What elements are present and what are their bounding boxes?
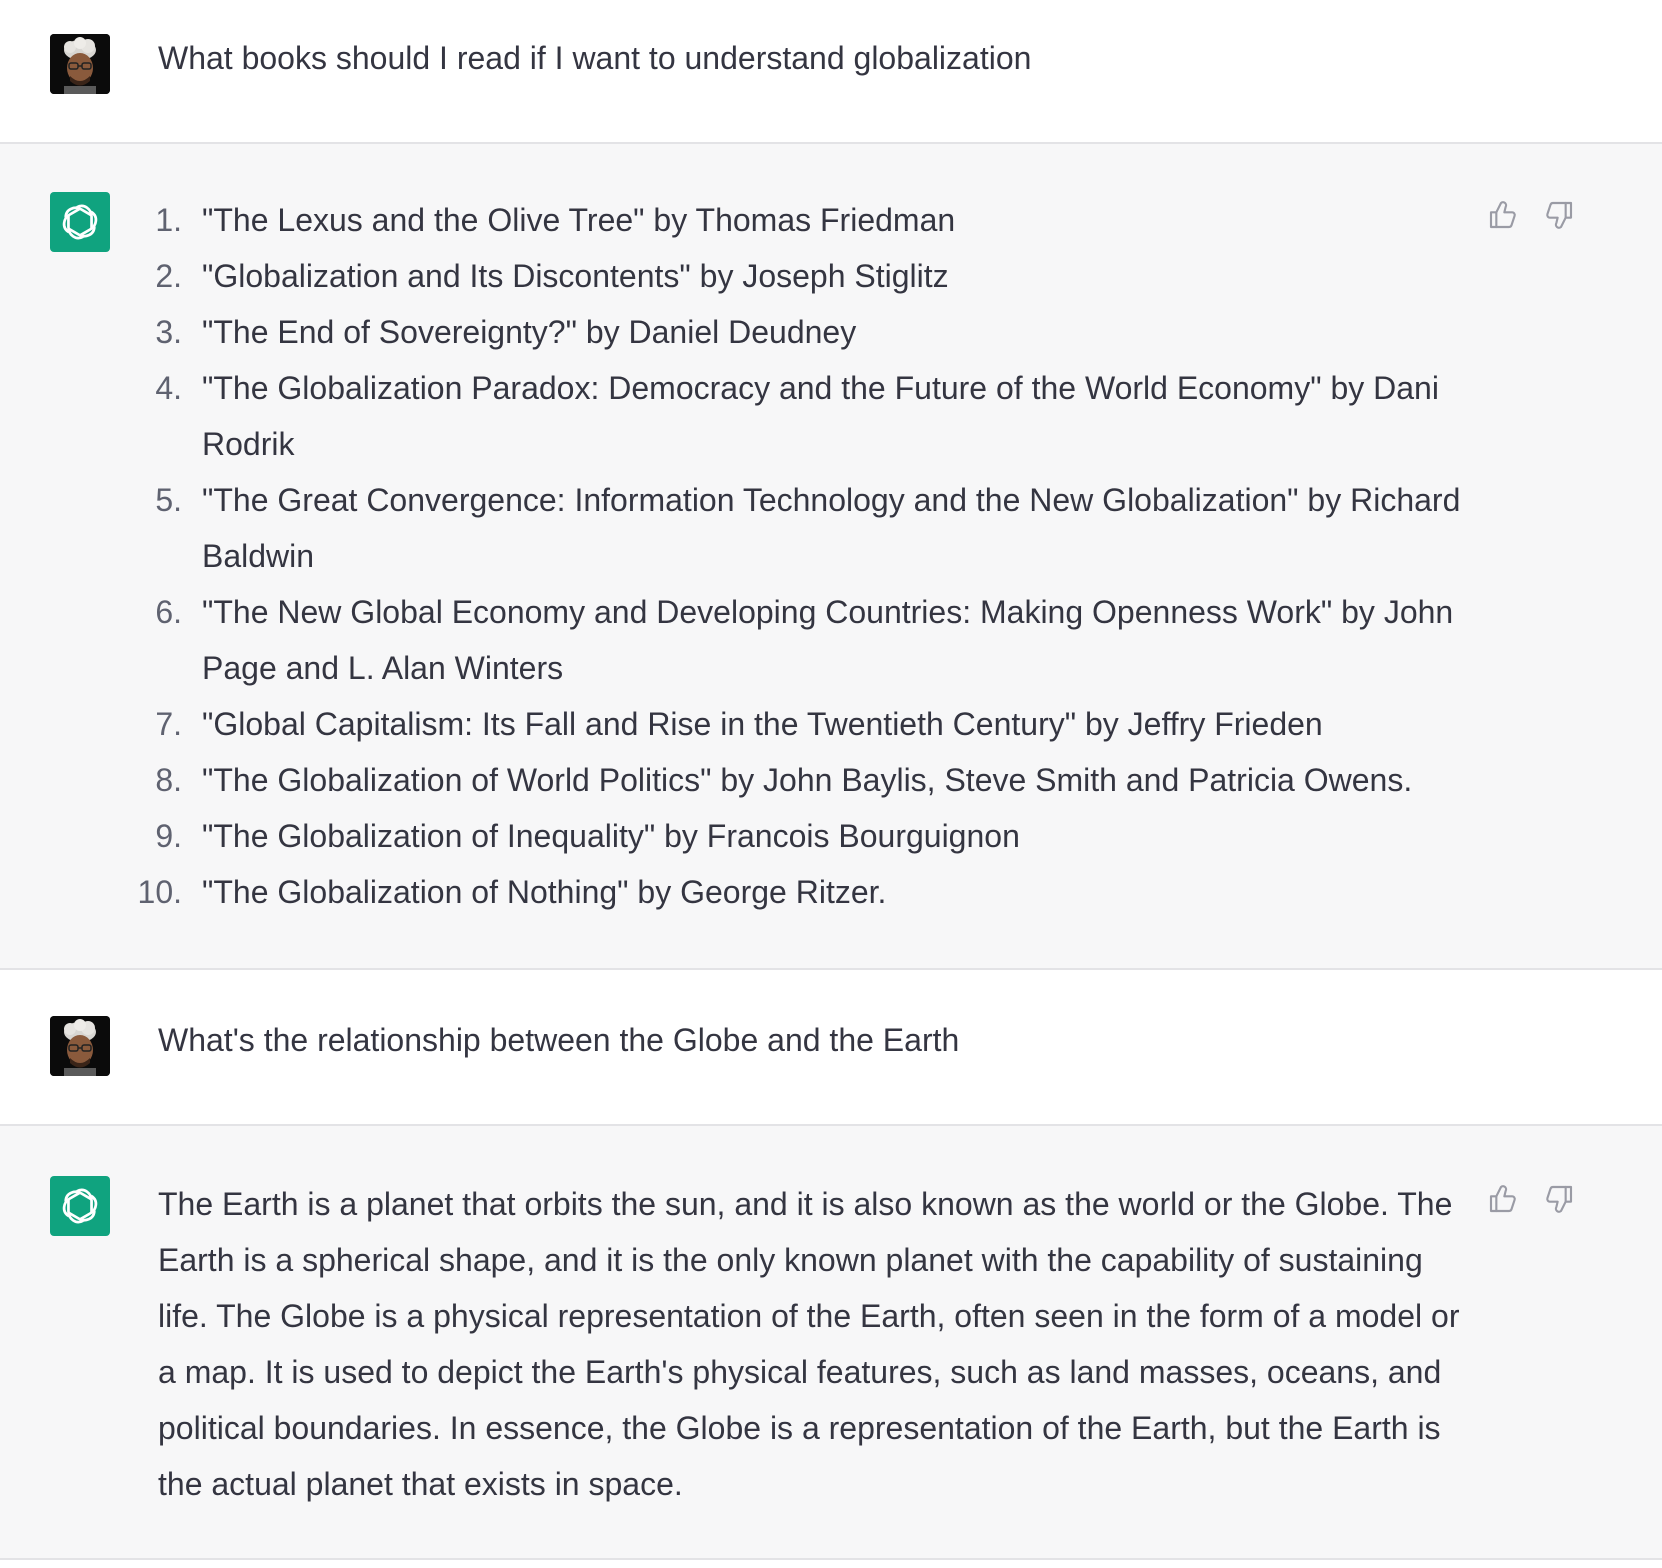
list-item-text: "The Great Convergence: Information Tech… xyxy=(202,482,1461,574)
list-item: 8. "The Globalization of World Politics" … xyxy=(155,752,1468,808)
feedback-buttons xyxy=(1486,198,1576,232)
user-memoji-avatar-icon xyxy=(50,1016,110,1076)
list-number: 8. xyxy=(155,762,182,798)
openai-logo-icon xyxy=(62,1188,98,1224)
list-item: 10. "The Globalization of Nothing" by Geo… xyxy=(138,864,1468,920)
book-list: 1. "The Lexus and the Olive Tree" by Thom… xyxy=(138,192,1468,920)
assistant-message: 1. "The Lexus and the Olive Tree" by Thom… xyxy=(0,144,1662,970)
user-message-text: What's the relationship between the Glob… xyxy=(158,1022,960,1058)
user-message: What books should I read if I want to un… xyxy=(0,0,1662,144)
list-number: 5. xyxy=(155,482,182,518)
feedback-buttons xyxy=(1486,1182,1576,1216)
thumbs-up-icon xyxy=(1489,1185,1516,1213)
thumbs-down-button[interactable] xyxy=(1542,198,1576,232)
user-avatar xyxy=(50,1016,110,1076)
list-item: 9. "The Globalization of Inequality" by F… xyxy=(155,808,1468,864)
openai-logo-icon xyxy=(62,204,98,240)
list-item: 4. "The Globalization Paradox: Democracy … xyxy=(155,360,1468,472)
list-item-text: "The New Global Economy and Developing C… xyxy=(202,594,1454,686)
user-memoji-avatar-icon xyxy=(50,34,110,94)
assistant-avatar xyxy=(50,1176,110,1236)
list-number: 6. xyxy=(155,594,182,630)
list-item: 3. "The End of Sovereignty?" by Daniel De… xyxy=(155,304,1468,360)
thumbs-down-icon xyxy=(1546,1185,1573,1213)
list-number: 1. xyxy=(155,202,182,238)
list-item: 7. "Global Capitalism: Its Fall and Rise … xyxy=(155,696,1468,752)
thumbs-down-icon xyxy=(1546,201,1573,229)
chat-thread: What books should I read if I want to un… xyxy=(0,0,1662,1568)
list-number: 9. xyxy=(155,818,182,854)
list-number: 4. xyxy=(155,370,182,406)
assistant-message-text: The Earth is a planet that orbits the su… xyxy=(158,1186,1460,1502)
thumbs-up-button[interactable] xyxy=(1486,1182,1520,1216)
list-number: 10. xyxy=(137,874,182,910)
list-item: 2. "Globalization and Its Discontents" by… xyxy=(155,248,1468,304)
list-item-text: "The Globalization of World Politics" by… xyxy=(202,762,1413,798)
list-number: 3. xyxy=(155,314,182,350)
list-item: 6. "The New Global Economy and Developing… xyxy=(155,584,1468,696)
list-item-text: "Global Capitalism: Its Fall and Rise in… xyxy=(202,706,1323,742)
thumbs-up-button[interactable] xyxy=(1486,198,1520,232)
list-item-text: "Globalization and Its Discontents" by J… xyxy=(202,258,949,294)
user-message: What's the relationship between the Glob… xyxy=(0,970,1662,1126)
list-number: 2. xyxy=(155,258,182,294)
list-item-text: "The Lexus and the Olive Tree" by Thomas… xyxy=(202,202,956,238)
list-item: 1. "The Lexus and the Olive Tree" by Thom… xyxy=(155,192,1468,248)
user-avatar xyxy=(50,34,110,94)
user-message-text: What books should I read if I want to un… xyxy=(158,40,1032,76)
list-item: 5. "The Great Convergence: Information Te… xyxy=(155,472,1468,584)
list-item-text: "The Globalization of Nothing" by George… xyxy=(202,874,887,910)
list-item-text: "The Globalization Paradox: Democracy an… xyxy=(202,370,1439,462)
assistant-avatar xyxy=(50,192,110,252)
list-number: 7. xyxy=(155,706,182,742)
list-item-text: "The End of Sovereignty?" by Daniel Deud… xyxy=(202,314,857,350)
thumbs-up-icon xyxy=(1489,201,1516,229)
list-item-text: "The Globalization of Inequality" by Fra… xyxy=(202,818,1020,854)
thumbs-down-button[interactable] xyxy=(1542,1182,1576,1216)
assistant-message: The Earth is a planet that orbits the su… xyxy=(0,1126,1662,1560)
